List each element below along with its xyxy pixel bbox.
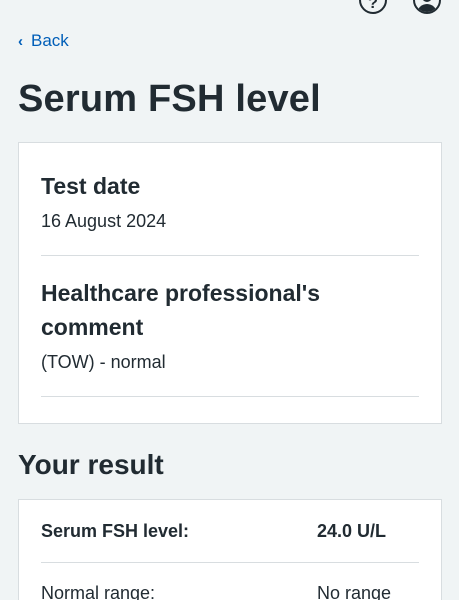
test-date-block: Test date 16 August 2024 (41, 169, 419, 232)
comment-block: Healthcare professional's comment (TOW) … (41, 276, 419, 373)
help-glyph: ? (368, 0, 378, 12)
account-head-shape (422, 0, 432, 2)
divider (41, 255, 419, 256)
divider (41, 396, 419, 397)
range-value: No range (317, 583, 392, 600)
test-date-label: Test date (41, 173, 141, 199)
chevron-left-icon: ‹ (18, 32, 23, 50)
result-row-level: Serum FSH level: 24.0 U/L (41, 500, 419, 562)
result-value: 24.0 U/L (317, 520, 387, 541)
result-card: Serum FSH level: 24.0 U/L Normal range: … (18, 499, 442, 600)
back-link-label: Back (31, 31, 69, 50)
result-label: Serum FSH level: (41, 520, 190, 541)
help-icon[interactable]: ? (359, 0, 387, 14)
range-label: Normal range: (41, 583, 156, 600)
page-title: Serum FSH level (18, 78, 321, 120)
result-row-range: Normal range: No range (41, 562, 419, 600)
test-date-value: 16 August 2024 (41, 211, 167, 231)
comment-label: Healthcare professional's comment (41, 280, 321, 340)
back-link[interactable]: ‹ Back (18, 31, 69, 51)
comment-value: (TOW) - normal (41, 352, 166, 372)
account-icon[interactable] (413, 0, 441, 14)
your-result-heading: Your result (18, 449, 164, 480)
header-actions: ? (359, 0, 441, 14)
account-body-shape (417, 4, 437, 12)
test-details-card: Test date 16 August 2024 Healthcare prof… (18, 142, 442, 424)
